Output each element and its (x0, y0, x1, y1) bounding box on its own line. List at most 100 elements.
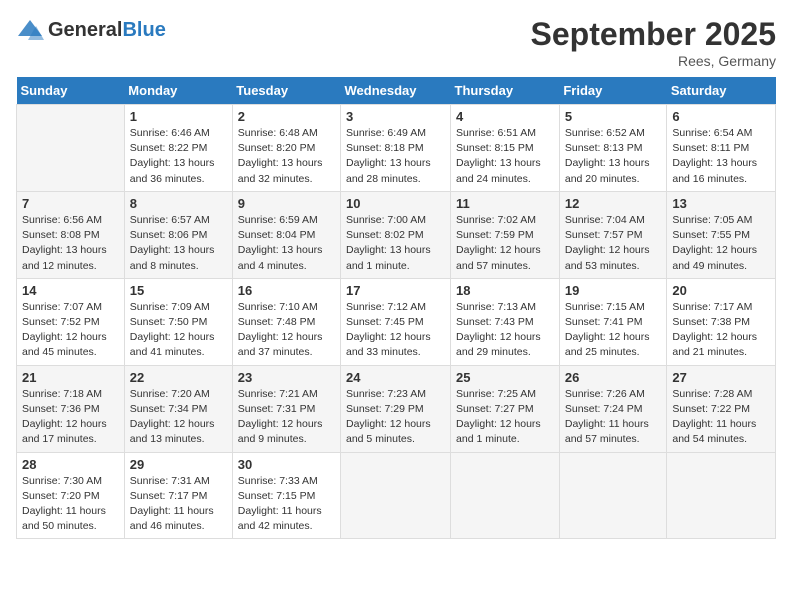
day-info: Sunrise: 7:02 AM Sunset: 7:59 PM Dayligh… (456, 213, 554, 274)
weekday-header-sunday: Sunday (17, 77, 125, 105)
day-number: 16 (238, 283, 335, 298)
day-info: Sunrise: 7:00 AM Sunset: 8:02 PM Dayligh… (346, 213, 445, 274)
calendar-cell: 5 Sunrise: 6:52 AM Sunset: 8:13 PM Daylig… (559, 105, 667, 192)
day-number: 15 (130, 283, 227, 298)
day-info: Sunrise: 6:51 AM Sunset: 8:15 PM Dayligh… (456, 126, 554, 187)
day-number: 27 (672, 370, 770, 385)
calendar-cell: 18Sunrise: 7:13 AM Sunset: 7:43 PM Dayli… (451, 278, 560, 365)
day-info: Sunrise: 7:04 AM Sunset: 7:57 PM Dayligh… (565, 213, 662, 274)
day-number: 9 (238, 196, 335, 211)
day-number: 2 (238, 109, 335, 124)
calendar-cell (341, 452, 451, 539)
day-number: 8 (130, 196, 227, 211)
weekday-header-thursday: Thursday (451, 77, 560, 105)
calendar-cell: 20 Sunrise: 7:17 AM Sunset: 7:38 PM Dayli… (667, 278, 776, 365)
day-info: Sunrise: 7:25 AM Sunset: 7:27 PM Dayligh… (456, 387, 554, 448)
logo-icon (16, 16, 44, 44)
day-number: 3 (346, 109, 445, 124)
calendar-cell (17, 105, 125, 192)
calendar-cell (451, 452, 560, 539)
calendar-cell: 8 Sunrise: 6:57 AM Sunset: 8:06 PM Daylig… (124, 191, 232, 278)
day-number: 28 (22, 457, 119, 472)
calendar-cell: 23 Sunrise: 7:21 AM Sunset: 7:31 PM Dayli… (232, 365, 340, 452)
weekday-header-friday: Friday (559, 77, 667, 105)
week-row-2: 7 Sunrise: 6:56 AM Sunset: 8:08 PM Daylig… (17, 191, 776, 278)
day-number: 29 (130, 457, 227, 472)
calendar-table: SundayMondayTuesdayWednesdayThursdayFrid… (16, 77, 776, 539)
day-info: Sunrise: 7:28 AM Sunset: 7:22 PM Dayligh… (672, 387, 770, 448)
day-info: Sunrise: 7:33 AM Sunset: 7:15 PM Dayligh… (238, 474, 335, 535)
day-number: 5 (565, 109, 662, 124)
calendar-cell: 2 Sunrise: 6:48 AM Sunset: 8:20 PM Daylig… (232, 105, 340, 192)
day-number: 7 (22, 196, 119, 211)
day-number: 14 (22, 283, 119, 298)
day-info: Sunrise: 7:30 AM Sunset: 7:20 PM Dayligh… (22, 474, 119, 535)
day-number: 21 (22, 370, 119, 385)
weekday-header-monday: Monday (124, 77, 232, 105)
day-number: 22 (130, 370, 227, 385)
day-info: Sunrise: 6:59 AM Sunset: 8:04 PM Dayligh… (238, 213, 335, 274)
calendar-cell: 24 Sunrise: 7:23 AM Sunset: 7:29 PM Dayli… (341, 365, 451, 452)
calendar-cell: 26Sunrise: 7:26 AM Sunset: 7:24 PM Dayli… (559, 365, 667, 452)
weekday-header-saturday: Saturday (667, 77, 776, 105)
day-info: Sunrise: 7:23 AM Sunset: 7:29 PM Dayligh… (346, 387, 445, 448)
calendar-cell: 19 Sunrise: 7:15 AM Sunset: 7:41 PM Dayli… (559, 278, 667, 365)
day-info: Sunrise: 7:05 AM Sunset: 7:55 PM Dayligh… (672, 213, 770, 274)
day-info: Sunrise: 6:48 AM Sunset: 8:20 PM Dayligh… (238, 126, 335, 187)
calendar-cell: 11 Sunrise: 7:02 AM Sunset: 7:59 PM Dayli… (451, 191, 560, 278)
day-info: Sunrise: 6:52 AM Sunset: 8:13 PM Dayligh… (565, 126, 662, 187)
month-title: September 2025 (531, 16, 776, 53)
day-info: Sunrise: 6:57 AM Sunset: 8:06 PM Dayligh… (130, 213, 227, 274)
day-number: 20 (672, 283, 770, 298)
calendar-cell: 14 Sunrise: 7:07 AM Sunset: 7:52 PM Dayli… (17, 278, 125, 365)
calendar-cell: 4 Sunrise: 6:51 AM Sunset: 8:15 PM Daylig… (451, 105, 560, 192)
calendar-cell: 28 Sunrise: 7:30 AM Sunset: 7:20 PM Dayli… (17, 452, 125, 539)
calendar-cell: 30 Sunrise: 7:33 AM Sunset: 7:15 PM Dayli… (232, 452, 340, 539)
day-number: 6 (672, 109, 770, 124)
day-number: 13 (672, 196, 770, 211)
day-info: Sunrise: 7:17 AM Sunset: 7:38 PM Dayligh… (672, 300, 770, 361)
week-row-1: 1 Sunrise: 6:46 AM Sunset: 8:22 PM Daylig… (17, 105, 776, 192)
day-number: 25 (456, 370, 554, 385)
day-info: Sunrise: 7:10 AM Sunset: 7:48 PM Dayligh… (238, 300, 335, 361)
day-info: Sunrise: 7:21 AM Sunset: 7:31 PM Dayligh… (238, 387, 335, 448)
calendar-cell: 29 Sunrise: 7:31 AM Sunset: 7:17 PM Dayli… (124, 452, 232, 539)
day-info: Sunrise: 6:46 AM Sunset: 8:22 PM Dayligh… (130, 126, 227, 187)
weekday-header-tuesday: Tuesday (232, 77, 340, 105)
logo-general: GeneralBlue (48, 19, 166, 41)
calendar-cell: 12Sunrise: 7:04 AM Sunset: 7:57 PM Dayli… (559, 191, 667, 278)
calendar-cell: 1 Sunrise: 6:46 AM Sunset: 8:22 PM Daylig… (124, 105, 232, 192)
calendar-cell (667, 452, 776, 539)
calendar-cell: 6 Sunrise: 6:54 AM Sunset: 8:11 PM Daylig… (667, 105, 776, 192)
calendar-cell: 22 Sunrise: 7:20 AM Sunset: 7:34 PM Dayli… (124, 365, 232, 452)
day-info: Sunrise: 6:49 AM Sunset: 8:18 PM Dayligh… (346, 126, 445, 187)
weekday-header-wednesday: Wednesday (341, 77, 451, 105)
day-number: 30 (238, 457, 335, 472)
weekday-header-row: SundayMondayTuesdayWednesdayThursdayFrid… (17, 77, 776, 105)
calendar-cell: 27 Sunrise: 7:28 AM Sunset: 7:22 PM Dayli… (667, 365, 776, 452)
day-number: 4 (456, 109, 554, 124)
calendar-cell: 25 Sunrise: 7:25 AM Sunset: 7:27 PM Dayli… (451, 365, 560, 452)
calendar-cell: 17Sunrise: 7:12 AM Sunset: 7:45 PM Dayli… (341, 278, 451, 365)
day-info: Sunrise: 7:18 AM Sunset: 7:36 PM Dayligh… (22, 387, 119, 448)
day-info: Sunrise: 7:07 AM Sunset: 7:52 PM Dayligh… (22, 300, 119, 361)
day-info: Sunrise: 7:15 AM Sunset: 7:41 PM Dayligh… (565, 300, 662, 361)
day-number: 18 (456, 283, 554, 298)
day-info: Sunrise: 7:31 AM Sunset: 7:17 PM Dayligh… (130, 474, 227, 535)
calendar-cell: 13 Sunrise: 7:05 AM Sunset: 7:55 PM Dayli… (667, 191, 776, 278)
week-row-4: 21 Sunrise: 7:18 AM Sunset: 7:36 PM Dayli… (17, 365, 776, 452)
day-info: Sunrise: 6:56 AM Sunset: 8:08 PM Dayligh… (22, 213, 119, 274)
day-number: 19 (565, 283, 662, 298)
day-info: Sunrise: 7:20 AM Sunset: 7:34 PM Dayligh… (130, 387, 227, 448)
day-number: 11 (456, 196, 554, 211)
day-info: Sunrise: 7:26 AM Sunset: 7:24 PM Dayligh… (565, 387, 662, 448)
location: Rees, Germany (531, 53, 776, 69)
logo: GeneralBlue (16, 16, 166, 44)
day-info: Sunrise: 6:54 AM Sunset: 8:11 PM Dayligh… (672, 126, 770, 187)
day-number: 23 (238, 370, 335, 385)
calendar-cell: 15Sunrise: 7:09 AM Sunset: 7:50 PM Dayli… (124, 278, 232, 365)
day-number: 24 (346, 370, 445, 385)
calendar-cell: 16 Sunrise: 7:10 AM Sunset: 7:48 PM Dayli… (232, 278, 340, 365)
week-row-3: 14 Sunrise: 7:07 AM Sunset: 7:52 PM Dayli… (17, 278, 776, 365)
day-number: 1 (130, 109, 227, 124)
